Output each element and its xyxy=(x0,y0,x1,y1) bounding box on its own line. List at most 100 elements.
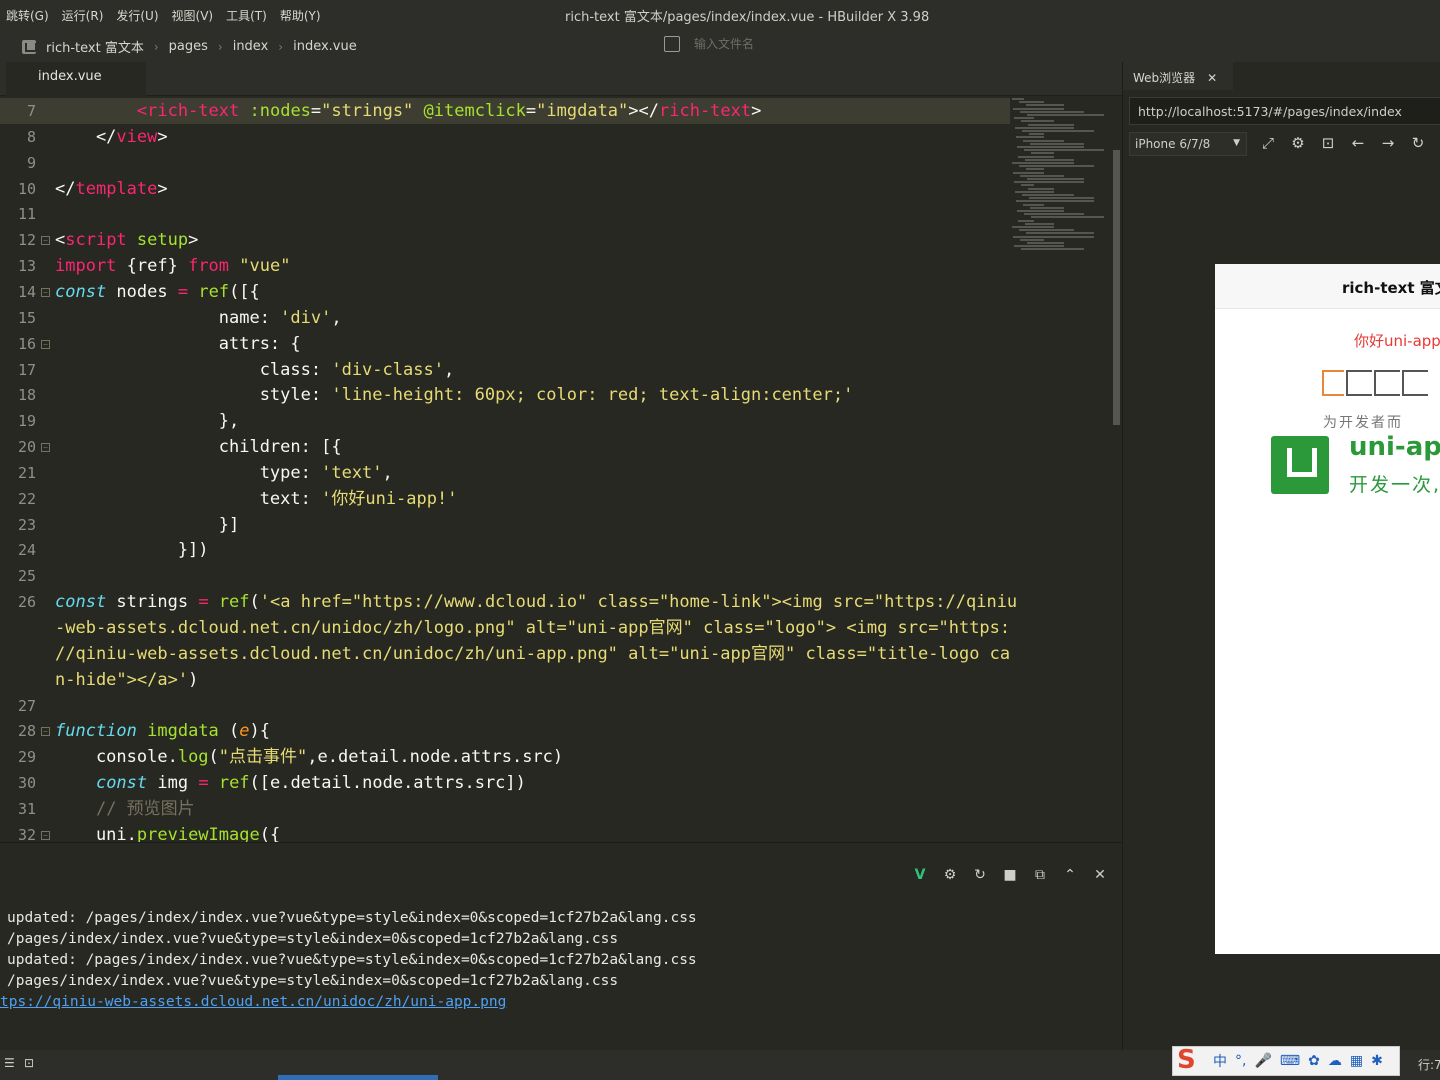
code-text[interactable]: children: [{ xyxy=(55,434,342,460)
reload-icon[interactable]: ↻ xyxy=(1409,134,1427,152)
code-text[interactable]: import {ref} from "vue" xyxy=(55,253,290,279)
fold-icon[interactable]: − xyxy=(41,830,50,840)
breadcrumb-pages[interactable]: pages xyxy=(169,39,208,54)
back-icon[interactable]: ← xyxy=(1349,134,1367,152)
close-icon[interactable]: ✕ xyxy=(1207,71,1217,85)
menu-tools[interactable]: 工具(T) xyxy=(226,7,267,24)
code-line[interactable]: 17 class: 'div-class', xyxy=(0,357,1010,383)
list-icon[interactable]: ☰ xyxy=(4,1056,15,1070)
line-number[interactable]: 17 xyxy=(0,357,36,383)
fold-icon[interactable]: − xyxy=(41,236,50,246)
line-number[interactable]: 19 xyxy=(0,408,36,434)
code-text[interactable]: <script setup> xyxy=(55,227,198,253)
file-search-input[interactable]: 输入文件名 xyxy=(694,35,754,52)
menu-run[interactable]: 运行(R) xyxy=(62,7,104,24)
code-text[interactable]: function imgdata (e){ xyxy=(55,718,270,744)
rotate-icon[interactable]: ⤢ xyxy=(1259,134,1277,152)
dcloud-logo[interactable] xyxy=(1322,370,1428,396)
code-line[interactable]: 25 xyxy=(0,563,1010,589)
line-number[interactable]: 27 xyxy=(0,693,36,719)
code-line[interactable]: //qiniu-web-assets.dcloud.net.cn/unidoc/… xyxy=(0,641,1010,667)
menu-goto[interactable]: 跳转(G) xyxy=(6,7,49,24)
line-number[interactable]: 7 xyxy=(0,98,36,124)
console-icon[interactable]: ⊡ xyxy=(1319,134,1337,152)
line-number[interactable]: 23 xyxy=(0,512,36,538)
uni-app-logo[interactable] xyxy=(1271,436,1329,494)
code-text[interactable]: -web-assets.dcloud.net.cn/unidoc/zh/logo… xyxy=(55,615,1010,641)
code-line[interactable]: 11 xyxy=(0,201,1010,227)
code-text[interactable]: <rich-text :nodes="strings" @itemclick="… xyxy=(55,98,761,124)
line-number[interactable]: 8 xyxy=(0,124,36,150)
refresh-icon[interactable]: ↻ xyxy=(972,867,988,883)
code-text[interactable]: text: '你好uni-app!' xyxy=(55,486,458,512)
skin-icon[interactable]: ✿ xyxy=(1308,1053,1320,1069)
line-number[interactable]: 25 xyxy=(0,563,36,589)
line-number[interactable]: 30 xyxy=(0,770,36,796)
forward-icon[interactable]: → xyxy=(1379,134,1397,152)
breadcrumb-project[interactable]: rich-text 富文本 xyxy=(46,37,144,56)
tools-icon[interactable]: ✱ xyxy=(1371,1053,1383,1069)
code-text[interactable]: attrs: { xyxy=(55,331,301,357)
line-number[interactable]: 28 xyxy=(0,718,36,744)
line-number[interactable]: 9 xyxy=(0,150,36,176)
code-text[interactable]: }, xyxy=(55,408,239,434)
code-line[interactable]: 26 const strings = ref('<a href="https://… xyxy=(0,589,1017,615)
code-text[interactable]: </template> xyxy=(55,176,168,202)
line-number[interactable]: 16 xyxy=(0,331,36,357)
mic-icon[interactable]: 🎤 xyxy=(1254,1053,1271,1069)
line-number[interactable]: 29 xyxy=(0,744,36,770)
line-number[interactable]: 26 xyxy=(0,589,36,615)
code-line[interactable]: 22 text: '你好uni-app!' xyxy=(0,486,1010,512)
fold-icon[interactable]: − xyxy=(41,287,50,297)
ime-toolbar[interactable]: S 中 °, 🎤 ⌨ ✿ ☁ ▦ ✱ xyxy=(1172,1046,1400,1076)
code-line[interactable]: 9 xyxy=(0,150,1010,176)
code-line[interactable]: 27 xyxy=(0,693,1010,719)
code-text[interactable]: }]) xyxy=(55,537,209,563)
code-text[interactable]: name: 'div', xyxy=(55,305,342,331)
code-line[interactable]: 32− uni.previewImage({ xyxy=(0,822,1010,842)
code-text[interactable]: type: 'text', xyxy=(55,460,393,486)
code-line[interactable]: 15 name: 'div', xyxy=(0,305,1010,331)
code-line[interactable]: 7 <rich-text :nodes="strings" @itemclick… xyxy=(0,98,1010,124)
line-number[interactable]: 22 xyxy=(0,486,36,512)
code-line[interactable]: 29 console.log("点击事件",e.detail.node.attr… xyxy=(0,744,1010,770)
fold-icon[interactable]: − xyxy=(41,443,50,453)
line-number[interactable]: 24 xyxy=(0,537,36,563)
vue-icon[interactable]: V xyxy=(912,867,928,883)
ime-lang[interactable]: 中 xyxy=(1213,1051,1227,1071)
code-text[interactable]: const nodes = ref([{ xyxy=(55,279,260,305)
code-text[interactable]: style: 'line-height: 60px; color: red; t… xyxy=(55,382,854,408)
line-number[interactable]: 15 xyxy=(0,305,36,331)
clear-icon[interactable]: ✕ xyxy=(1092,867,1108,883)
editor-scrollbar[interactable] xyxy=(1113,150,1120,425)
code-text[interactable]: n-hide"></a>') xyxy=(55,667,198,693)
code-line[interactable]: 20− children: [{ xyxy=(0,434,1010,460)
fold-icon[interactable]: − xyxy=(41,339,50,349)
code-line[interactable]: 13 import {ref} from "vue" xyxy=(0,253,1010,279)
cloud-icon[interactable]: ☁ xyxy=(1328,1053,1342,1069)
code-editor[interactable]: 7 <rich-text :nodes="strings" @itemclick… xyxy=(0,96,1122,842)
chevron-up-icon[interactable]: ⌃ xyxy=(1062,867,1078,883)
code-text[interactable]: console.log("点击事件",e.detail.node.attrs.s… xyxy=(55,744,563,770)
line-number[interactable]: 10 xyxy=(0,176,36,202)
tab-index-vue[interactable]: index.vue xyxy=(6,62,146,96)
line-number[interactable]: 11 xyxy=(0,201,36,227)
tab-web-browser[interactable]: Web浏览器 ✕ xyxy=(1123,62,1233,90)
fold-icon[interactable]: − xyxy=(41,727,50,737)
file-search[interactable]: 输入文件名 xyxy=(664,35,754,52)
code-text[interactable]: class: 'div-class', xyxy=(55,357,455,383)
debug-icon[interactable]: ⚙ xyxy=(942,867,958,883)
code-text[interactable]: uni.previewImage({ xyxy=(55,822,280,842)
menu-help[interactable]: 帮助(Y) xyxy=(280,7,321,24)
terminal-icon[interactable]: ⊡ xyxy=(24,1056,34,1070)
punct-icon[interactable]: °, xyxy=(1235,1053,1246,1069)
code-line[interactable]: 14− const nodes = ref([{ xyxy=(0,279,1010,305)
grid-icon[interactable]: ▦ xyxy=(1350,1053,1363,1069)
line-number[interactable]: 32 xyxy=(0,822,36,842)
line-number[interactable]: 20 xyxy=(0,434,36,460)
code-line[interactable]: 28− function imgdata (e){ xyxy=(0,718,1010,744)
code-line[interactable]: 10 </template> xyxy=(0,176,1010,202)
code-text[interactable]: // 预览图片 xyxy=(55,796,195,822)
code-line[interactable]: 24 }]) xyxy=(0,537,1010,563)
code-text[interactable]: }] xyxy=(55,512,239,538)
